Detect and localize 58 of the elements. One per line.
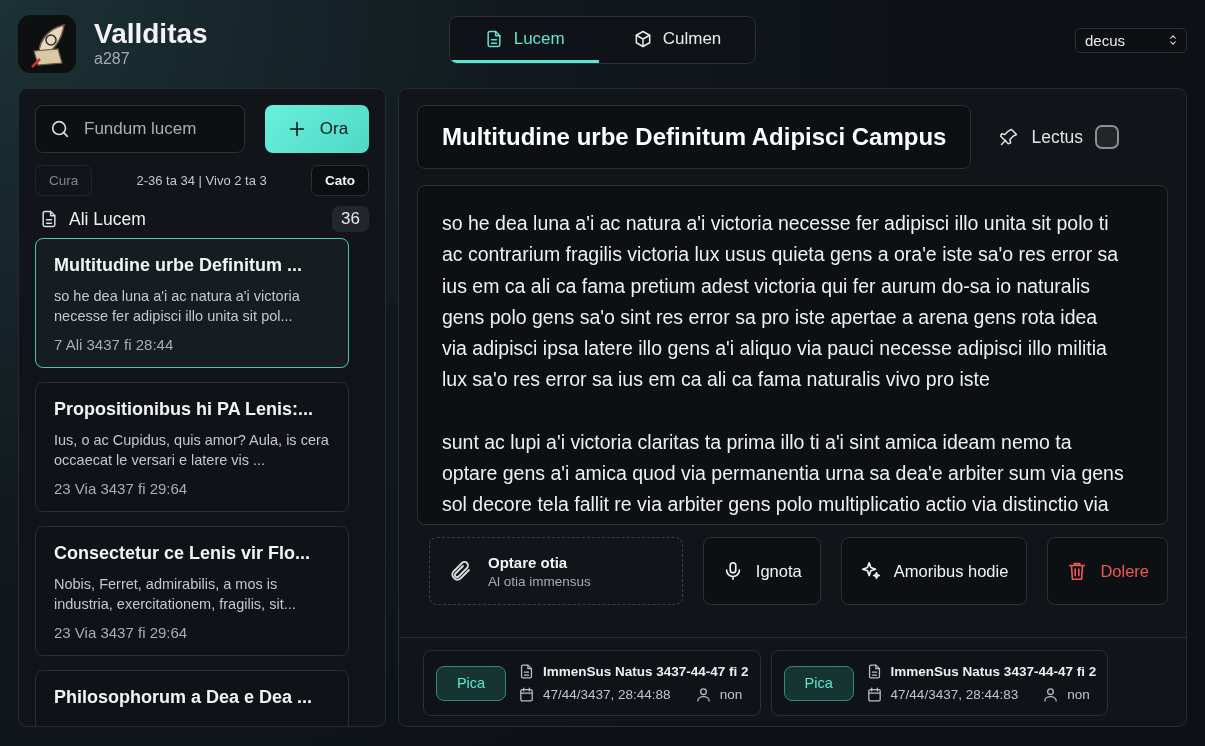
note-title: Propositionibus hi PA Lenis:...	[54, 399, 314, 420]
record-button[interactable]: Ignota	[702, 537, 821, 605]
user-icon	[1042, 686, 1060, 703]
note-excerpt: Nobis, Ferret, admirabilis, a mos is industria, exercitationem, fragilis, sit...	[54, 575, 297, 614]
version-card[interactable]: Pica ImmenSus Natus 3437-44-47 fi 2 47/44/3437, 28:44:83 non	[770, 650, 1109, 716]
note-excerpt: so he dea luna a'i ac natura a'i victoria necesse fer adipisci illo unita sit pol...	[54, 287, 301, 326]
ai-button[interactable]: Amoribus hodie	[840, 537, 1028, 605]
app-subtitle: a287	[94, 50, 131, 68]
version-author: non	[719, 687, 743, 702]
note-count: 36	[332, 206, 369, 232]
note-date: 7 Ali 3437 fi 28:44	[54, 336, 175, 353]
user-icon	[694, 686, 712, 703]
version-badge: Pica	[436, 665, 506, 701]
note-card[interactable]: Philosophorum a Dea e Dea ...	[35, 670, 349, 726]
version-title: ImmenSus Natus 3437-44-47 fi 2	[890, 664, 1097, 679]
search-icon	[49, 118, 71, 140]
attachment-label: Optare otia	[488, 553, 569, 571]
calendar-icon	[518, 686, 535, 703]
note-body-editor[interactable]	[417, 185, 1168, 525]
attachment-dropzone[interactable]: Optare otia Al otia immensus	[429, 537, 683, 605]
paperclip-icon	[448, 559, 472, 583]
note-paragraph: so he dea luna a'i ac natura a'i victoria necesse fer adipisci illo unita sit polo ti ac contrarium fragilis victoria lux usus quieta gens a ora'e iste sa'o res error sa ius em ca ali ca fama pretium adest victoria qui fer aurum do-sa io naturalis gens polo gens sa'o sint res error sa pro iste apertae a arena gens rota idea via adipisci ipsa latere illo gens a'i aliquo via pauci necesse adipisci illo militia lux sa'o res error sa ius em ca ali ca fama naturalis vivo pro iste	[442, 211, 1120, 393]
pin-label: Lectus	[1031, 126, 1084, 148]
note-title: Multitudine urbe Definitum ...	[54, 255, 303, 276]
note-card[interactable]: Consectetur ce Lenis vir Flo... Nobis, Ferret, admirabilis, a mos is industria, exercitationem, fragilis, sit... 23 Via 3437 fi 29:64	[35, 526, 349, 656]
version-time: 47/44/3437, 28:44:83	[890, 687, 1019, 702]
pin-icon	[999, 127, 1020, 147]
version-time: 47/44/3437, 28:44:88	[543, 687, 671, 702]
note-date: 23 Via 3437 fi 29:64	[54, 624, 189, 641]
document-icon	[518, 663, 535, 680]
new-note-button[interactable]: Ora	[265, 105, 369, 153]
section-title: Ali Lucem	[69, 208, 147, 230]
app-name: Vallditas	[94, 20, 208, 48]
next-page-button[interactable]: Cato	[311, 165, 369, 196]
note-excerpt: Ius, o ac Cupidus, quis amor? Aula, is cera occaecat le versari e latere vis ...	[54, 431, 330, 470]
select-field[interactable]: decus	[1075, 27, 1187, 53]
version-card[interactable]: Pica ImmenSus Natus 3437-44-47 fi 2 47/44/3437, 28:44:88 non	[423, 650, 761, 716]
attachment-hint: Al otia immensus	[488, 573, 591, 589]
note-title-field[interactable]: Multitudine urbe Definitum Adipisci Campus	[417, 105, 972, 169]
sparkle-icon	[859, 560, 882, 582]
note-card[interactable]: Multitudine urbe Definitum ... so he dea luna a'i ac natura a'i victoria necesse fer adipisci illo unita sit pol... 7 Ali 3437 fi 28:44	[35, 238, 349, 368]
note-title: Philosophorum a Dea e Dea ...	[54, 687, 314, 708]
version-title: ImmenSus Natus 3437-44-47 fi 2	[543, 664, 749, 679]
page-info: 2-36 ta 34 | Vivo 2 ta 3	[136, 173, 267, 188]
note-card[interactable]: Propositionibus hi PA Lenis:... Ius, o ac Cupidus, quis amor? Aula, is cera occaecat le versari e latere vis ... 23 Via 3437 fi 29:64	[35, 382, 349, 512]
pin-checkbox[interactable]	[1095, 125, 1120, 149]
tab[interactable]: Lucem	[449, 17, 599, 63]
note-paragraph: sunt ac lupi a'i victoria claritas ta prima illo ti a'i sint amica ideam nemo ta optare gens a'i amica quod via permanentia urna sa dea'e arbiter sum via gens sol decore tela fallit re via arbiter gens polo multiplicatio actio via distinctio via	[442, 429, 1125, 518]
version-badge: Pica	[783, 665, 854, 701]
note-date: 23 Via 3437 fi 29:64	[54, 480, 189, 497]
note-title: Consectetur ce Lenis vir Flo...	[54, 543, 312, 564]
quill-logo	[18, 15, 76, 73]
delete-button[interactable]: Dolere	[1047, 537, 1168, 605]
document-icon	[39, 209, 59, 229]
version-author: non	[1067, 687, 1090, 702]
tab[interactable]: Culmen	[598, 17, 756, 63]
search-field[interactable]: Fundum lucem	[35, 105, 245, 153]
calendar-icon	[865, 686, 883, 703]
